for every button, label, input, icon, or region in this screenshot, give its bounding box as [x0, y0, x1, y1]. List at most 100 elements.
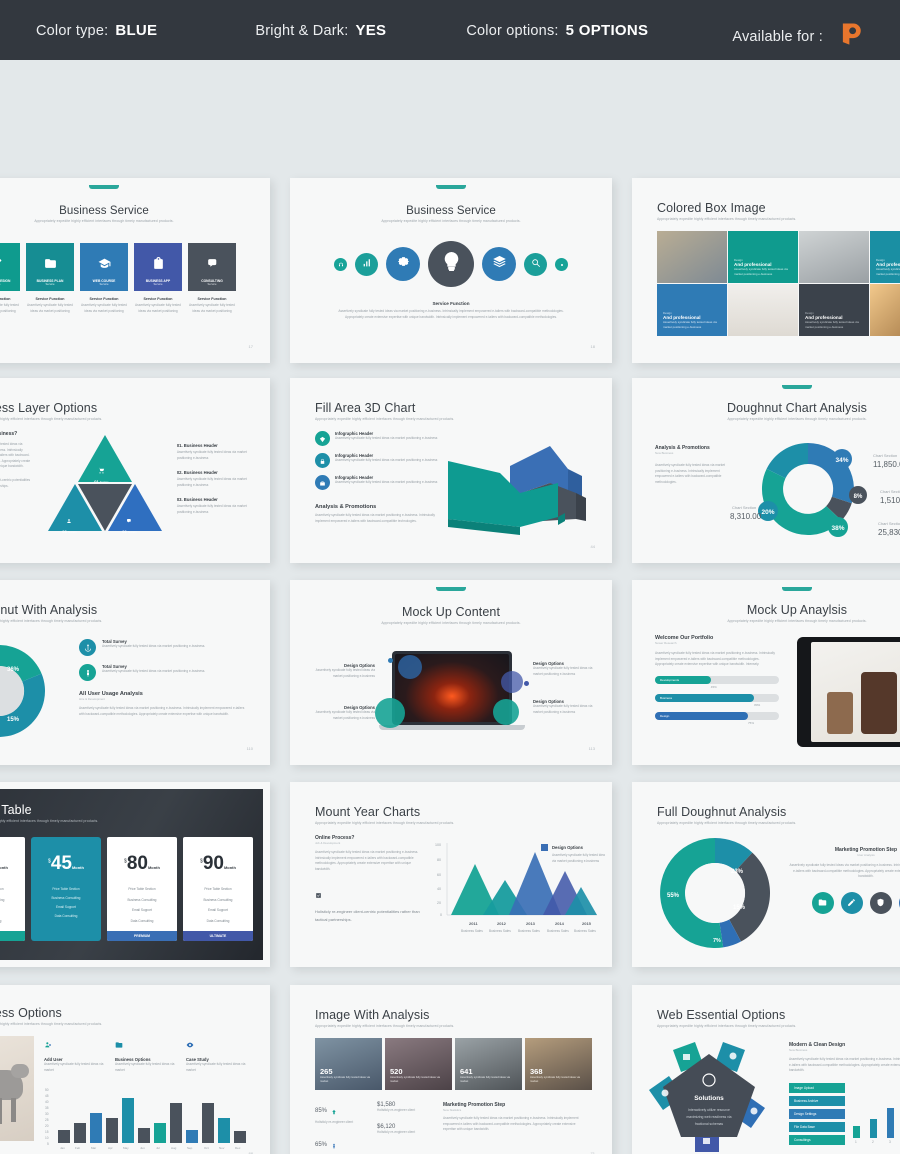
tag-chip[interactable]: Consultings [789, 1134, 845, 1145]
service-text: Assertively syndicate fully tested ideas… [189, 303, 235, 313]
tile-text: Assertively syndicate fully tested ideas… [320, 1075, 371, 1084]
slide-title: Doughnut Chart Analysis [727, 401, 867, 415]
image-tile[interactable] [728, 284, 798, 336]
tag-chip[interactable]: File Data Base [789, 1121, 845, 1132]
analysis-image-tile[interactable]: 265 Assertively syndicate fully tested i… [315, 1038, 382, 1090]
service-card[interactable]: BUSINESS APP Service Service Function As… [134, 243, 182, 314]
pricing-card[interactable]: $80Month Price Table Section Business Co… [107, 837, 177, 942]
slide-business-service-boxes[interactable]: Business Service Appropriately expedite … [0, 178, 270, 363]
progress-row: Design 75% [655, 711, 779, 725]
price-unit: Month [0, 865, 8, 870]
slide-mock-up-content[interactable]: Mock Up Content Appropriately expedite h… [290, 580, 612, 765]
service-circle[interactable] [334, 257, 347, 271]
info-label: Color options: [466, 22, 559, 39]
tile-text: Assertively syndicate fully tested ideas… [530, 1075, 581, 1084]
tag-chip[interactable]: Business Archive [789, 1095, 845, 1106]
price-feature: Data Consulting [0, 919, 25, 925]
analysis-image-tile[interactable]: 368 Assertively syndicate fully tested i… [525, 1038, 592, 1090]
service-card[interactable]: CONSULTING Service Service Function Asse… [188, 243, 236, 314]
slide-business-layer-options[interactable]: Business Layer Options Appropriately exp… [0, 378, 270, 563]
svg-text:Business Sales: Business Sales [547, 929, 569, 933]
layer-item-text: Assertively syndicate fully tested ideas… [176, 477, 247, 487]
service-circle[interactable] [386, 247, 420, 281]
svg-text:40: 40 [45, 1100, 49, 1104]
slide-full-doughnut-analysis[interactable]: Full Doughnut Analysis Appropriately exp… [632, 782, 900, 967]
service-circle[interactable] [555, 257, 568, 271]
slide-mount-year-charts[interactable]: Mount Year Charts Appropriately expedite… [290, 782, 612, 967]
slide-mock-up-analysis[interactable]: Mock Up Anaylsis Appropriately expedite … [632, 580, 900, 765]
info-circle[interactable] [315, 475, 330, 490]
color-tile[interactable]: Design And professional Assertively synd… [870, 231, 900, 283]
slide-image-with-analysis[interactable]: Image With Analysis Appropriately expedi… [290, 985, 612, 1154]
survey-circle[interactable] [79, 639, 96, 656]
service-circle[interactable] [428, 241, 474, 287]
service-circle[interactable] [482, 247, 516, 281]
progress-value: 80% [754, 702, 761, 707]
business-photo[interactable] [0, 1036, 34, 1141]
service-card-name: GRAPHIC DESIGN [0, 279, 11, 283]
service-card[interactable]: GRAPHIC DESIGN Service Service Function … [0, 243, 20, 314]
slide-pricing-table[interactable]: Pricing Table Appropriately expedite hig… [0, 782, 270, 967]
search-icon [531, 255, 541, 273]
tag-chip[interactable]: Design Settings [789, 1108, 845, 1119]
graduation-cap-icon [98, 257, 111, 275]
color-tile[interactable]: Design And professional Assertively synd… [728, 231, 798, 283]
slide-title: Business Service [406, 205, 496, 217]
analysis-image-tile[interactable]: 641 Assertively syndicate fully tested i… [455, 1038, 522, 1090]
tag-chip[interactable]: Image Upload [789, 1082, 845, 1093]
layer-item-head: 02. Business Header [176, 470, 218, 476]
slide-colored-box-image[interactable]: Colored Box Image Appropriately expedite… [632, 178, 900, 363]
chat-icon [206, 257, 219, 275]
slide-business-service-circles[interactable]: Business Service Appropriately expedite … [290, 178, 612, 363]
price-cta-button[interactable]: ULTIMATE [183, 931, 253, 942]
image-tile[interactable] [799, 231, 869, 283]
service-card[interactable]: WEB COURSE Service Service Function Asse… [80, 243, 128, 314]
price-cta-button[interactable]: PREMIUM [107, 931, 177, 942]
promotion-button[interactable] [840, 891, 863, 914]
price-cta-button[interactable]: BASIC [0, 931, 25, 942]
clipboard-icon [152, 257, 165, 275]
usage-text: Assertively syndicate fully tested ideas… [79, 706, 245, 716]
info-label: Available for : [732, 29, 823, 45]
image-tile[interactable] [870, 284, 900, 336]
pricing-card-featured[interactable]: $45Month Price Table Section Business Co… [31, 837, 101, 942]
slide-tab-nub [782, 385, 812, 389]
service-card-sub: Service [207, 283, 217, 286]
survey-circle[interactable] [79, 664, 96, 681]
promotion-button[interactable] [869, 891, 892, 914]
slide-web-essential-options[interactable]: Web Essential Options Appropriately expe… [632, 985, 900, 1154]
promotion-text: Assertively syndicate fully tested ideas… [443, 1116, 579, 1132]
slide-doughnut-chart-analysis[interactable]: Doughnut Chart Analysis Appropriately ex… [632, 378, 900, 563]
tile-number: 368 [530, 1066, 543, 1076]
svg-text:Mar: Mar [91, 1146, 96, 1150]
info-circle[interactable] [315, 431, 330, 446]
slide-fill-area-3d-chart[interactable]: Fill Area 3D Chart Appropriately expedit… [290, 378, 612, 563]
triangle-num: 03 [62, 529, 67, 534]
price-feature: Business Consulting [0, 897, 5, 902]
pricing-card[interactable]: $25Month Price Table Section Business Co… [0, 837, 25, 942]
stat-value: 65% [315, 1141, 328, 1148]
svg-text:15: 15 [45, 1130, 49, 1134]
analysis-image-tile[interactable]: 520 Assertively syndicate fully tested i… [385, 1038, 452, 1090]
service-card[interactable]: BUSINESS PLAN Service Service Function A… [26, 243, 74, 314]
slide-business-options[interactable]: Business Options Appropriately expedite … [0, 985, 270, 1154]
price-unit: Month [147, 865, 160, 870]
svg-text:Chart Section: Chart Section [732, 505, 756, 510]
color-tile[interactable]: Design And professional Assertively synd… [799, 284, 869, 336]
image-tile[interactable] [657, 231, 727, 283]
slide-doughnut-with-analysis[interactable]: Doughnut With Analysis Appropriately exp… [0, 580, 270, 765]
svg-text:Chart Section: Chart Section [880, 489, 900, 494]
tile-text: Assertively syndicate fully tested ideas… [663, 320, 717, 330]
info-circle[interactable] [315, 453, 330, 468]
color-tile[interactable]: Design And professional Assertively synd… [657, 284, 727, 336]
slide-subtitle: Appropriately expedite highly efficient … [315, 821, 455, 825]
price-feature: Email Support [0, 908, 25, 914]
price-feature: Price Table Section [204, 887, 232, 891]
promotion-button[interactable] [811, 891, 834, 914]
price-feature: Data Consulting [130, 918, 154, 923]
pricing-card[interactable]: $90Month Price Table Section Business Co… [183, 837, 253, 942]
service-circle[interactable] [524, 252, 547, 276]
service-circle[interactable] [355, 252, 378, 276]
price-amount: 80 [126, 853, 148, 874]
price-feature: Business Consulting [127, 897, 157, 902]
